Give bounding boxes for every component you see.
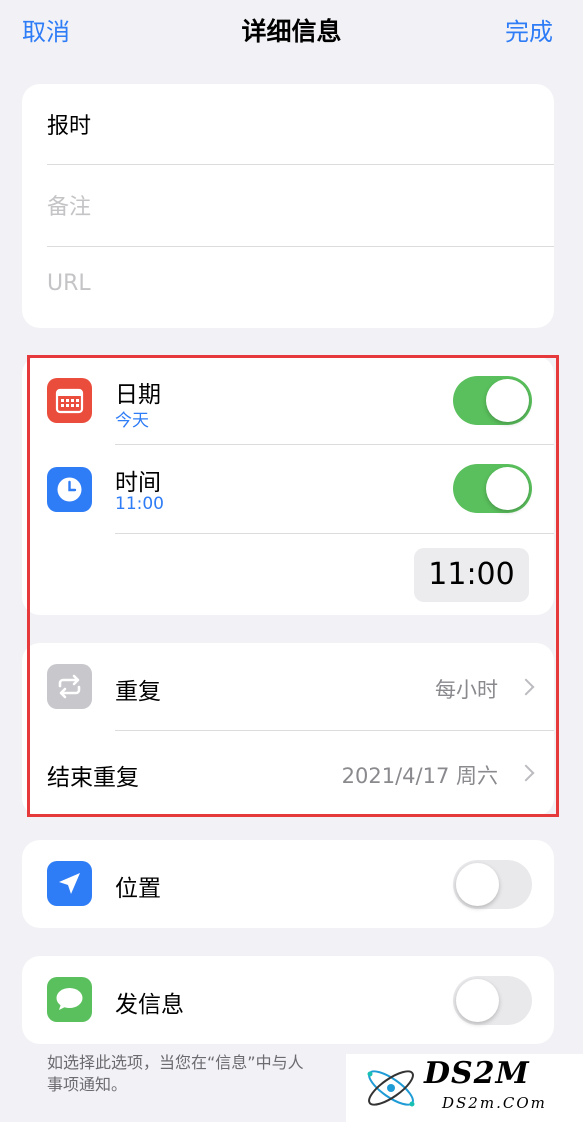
messaging-card: 发信息 [22,956,554,1044]
url-field[interactable]: URL [47,247,554,328]
done-button[interactable]: 完成 [505,12,553,47]
details-card: 报时 备注 URL [22,84,554,328]
notes-field[interactable]: 备注 [47,165,554,246]
toggle-knob [456,979,499,1022]
location-card: 位置 [22,840,554,928]
page-title: 详细信息 [241,17,342,46]
messaging-footnote: 如选择此选项，当您在“信息”中与人 事项通知。 [47,1053,304,1094]
highlight-box [27,355,559,817]
toggle-knob [456,863,499,906]
message-bubble-icon [47,977,92,1022]
atom-logo-icon [367,1070,415,1107]
nav-bar: 取消 详细信息 完成 [0,0,583,60]
messaging-label: 发信息 [115,992,184,1018]
location-toggle[interactable] [453,860,532,909]
title-field[interactable]: 报时 [47,84,554,165]
title-text: 报时 [47,114,92,139]
watermark: DS2M DS2m.COm [346,1054,583,1122]
messaging-toggle[interactable] [453,976,532,1025]
location-arrow-icon [47,861,92,906]
url-placeholder: URL [47,271,91,296]
watermark-logo-text: DS2M [424,1056,530,1091]
location-label: 位置 [115,876,161,902]
watermark-url: DS2m.COm [442,1094,547,1112]
notes-placeholder: 备注 [47,195,92,220]
